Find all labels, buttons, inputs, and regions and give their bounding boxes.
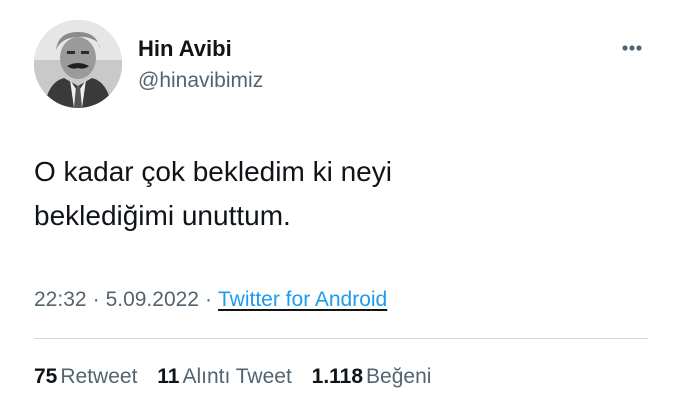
retweet-count[interactable]: 75 Retweet (34, 363, 137, 391)
retweet-count-label: Retweet (60, 365, 138, 388)
tweet-stats: 75 Retweet 11 Alıntı Tweet 1.118 Beğeni (34, 363, 445, 391)
author-display-name[interactable]: Hin Avibi (138, 36, 263, 62)
retweet-count-number: 75 (34, 365, 58, 388)
quote-tweet-count[interactable]: 11 Alıntı Tweet (157, 363, 292, 391)
quote-tweet-count-number: 11 (157, 365, 180, 388)
avatar[interactable] (34, 20, 122, 108)
meta-separator: · (205, 288, 212, 311)
like-count-number: 1.118 (311, 365, 364, 388)
quote-tweet-count-label: Alıntı Tweet (182, 365, 292, 388)
meta-separator: · (92, 288, 100, 311)
author-info: Hin Avibi @hinavibimiz (138, 36, 263, 94)
more-horizontal-icon (622, 45, 642, 51)
divider (34, 338, 648, 339)
like-count-label: Beğeni (366, 365, 432, 388)
tweet-text-line-2: beklediğimi unuttum. (34, 200, 291, 231)
profile-photo-icon (34, 20, 122, 108)
tweet-card: Hin Avibi @hinavibimiz O kadar çok bekle… (0, 0, 680, 408)
more-options-button[interactable] (614, 36, 650, 60)
like-count[interactable]: 1.118 Beğeni (312, 363, 432, 391)
tweet-meta: 22:32 · 5.09.2022 · Twitter for Android (34, 286, 387, 314)
tweet-date[interactable]: 5.09.2022 (106, 288, 199, 311)
tweet-time[interactable]: 22:32 (34, 288, 87, 311)
tweet-text-line-1: O kadar çok bekledim ki neyi (34, 156, 392, 187)
tweet-source-link[interactable]: Twitter for Android (218, 288, 387, 311)
tweet-text: O kadar çok bekledim ki neyi beklediğimi… (34, 150, 644, 238)
author-handle[interactable]: @hinavibimiz (138, 68, 263, 94)
